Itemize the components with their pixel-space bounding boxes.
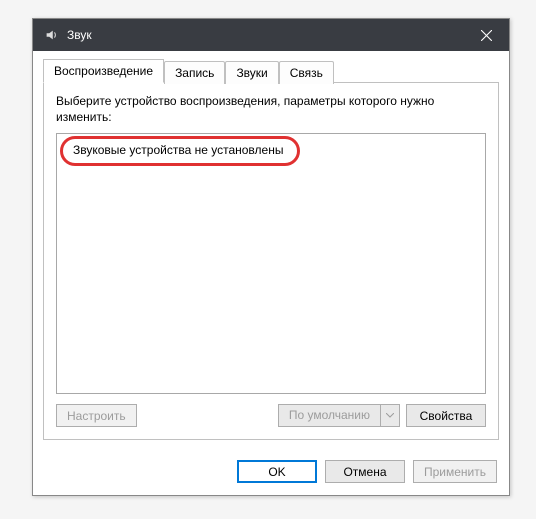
- tab-playback[interactable]: Воспроизведение: [43, 59, 164, 83]
- button-label: Настроить: [67, 409, 126, 423]
- tab-label: Запись: [175, 66, 214, 80]
- tabs: Воспроизведение Запись Звуки Связь: [43, 59, 499, 82]
- tab-sounds[interactable]: Звуки: [225, 61, 278, 84]
- dialog-content: Воспроизведение Запись Звуки Связь Выбер…: [33, 51, 509, 450]
- set-default-split-button: По умолчанию: [278, 404, 400, 427]
- window-title: Звук: [67, 28, 464, 42]
- tab-panel-playback: Выберите устройство воспроизведения, пар…: [43, 82, 499, 440]
- device-list[interactable]: Звуковые устройства не установлены: [56, 133, 486, 394]
- speaker-icon: [43, 27, 59, 43]
- annotation-highlight: Звуковые устройства не установлены: [60, 136, 300, 166]
- tab-label: Звуки: [236, 66, 267, 80]
- button-label: Применить: [424, 465, 486, 479]
- button-label: Отмена: [343, 465, 386, 479]
- instruction-text: Выберите устройство воспроизведения, пар…: [56, 93, 486, 125]
- panel-button-row: Настроить По умолчанию Свойства: [56, 404, 486, 427]
- configure-button: Настроить: [56, 404, 137, 427]
- set-default-dropdown: [380, 404, 400, 427]
- cancel-button[interactable]: Отмена: [325, 460, 405, 483]
- tab-label: Связь: [290, 66, 323, 80]
- sound-dialog: Звук Воспроизведение Запись Звуки Связь: [32, 18, 510, 496]
- button-label: Свойства: [420, 409, 473, 423]
- close-button[interactable]: [464, 19, 509, 51]
- dialog-button-row: OK Отмена Применить: [33, 450, 509, 495]
- properties-button[interactable]: Свойства: [406, 404, 486, 427]
- button-label: OK: [268, 465, 285, 479]
- chevron-down-icon: [386, 413, 394, 418]
- ok-button[interactable]: OK: [237, 460, 317, 483]
- tab-label: Воспроизведение: [54, 64, 153, 78]
- titlebar: Звук: [33, 19, 509, 51]
- button-label: По умолчанию: [289, 408, 370, 422]
- tab-communications[interactable]: Связь: [279, 61, 334, 84]
- set-default-button: По умолчанию: [278, 404, 380, 427]
- apply-button: Применить: [413, 460, 497, 483]
- no-devices-message: Звуковые устройства не установлены: [73, 143, 283, 157]
- tab-recording[interactable]: Запись: [164, 61, 225, 84]
